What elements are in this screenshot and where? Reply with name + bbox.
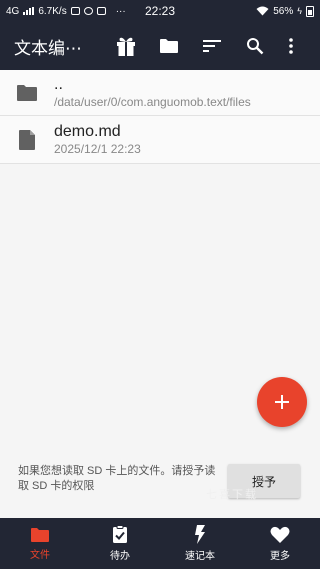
notification-icon bbox=[83, 7, 93, 15]
list-item-parent-folder[interactable]: .. /data/user/0/com.anguomob.text/files bbox=[0, 70, 320, 116]
list-item-demo-md[interactable]: demo.md 2025/12/1 22:23 bbox=[0, 116, 320, 164]
status-bar: 4G 6.7K/s ··· 22:23 56% ϟ bbox=[0, 0, 320, 22]
heart-icon bbox=[270, 526, 290, 543]
lightning-icon bbox=[195, 525, 205, 544]
nav-label: 文件 bbox=[30, 549, 50, 561]
file-list: .. /data/user/0/com.anguomob.text/files … bbox=[0, 70, 320, 164]
permission-banner: 如果您想读取 SD 卡上的文件。请授予读取 SD 卡的权限 授予 七喜下载 bbox=[0, 450, 320, 518]
bottom-navigation: 文件 待办 速记本 更多 bbox=[0, 518, 320, 569]
app-title: 文本编⋯ bbox=[14, 38, 82, 58]
nav-tab-more[interactable]: 更多 bbox=[240, 518, 320, 569]
battery-percent: 56% bbox=[273, 5, 294, 17]
search-icon bbox=[246, 38, 263, 55]
folder-icon bbox=[159, 39, 178, 53]
folder-icon bbox=[17, 84, 37, 101]
wifi-icon bbox=[256, 6, 269, 16]
mail-icon bbox=[70, 7, 80, 15]
nav-label: 待办 bbox=[110, 551, 130, 562]
add-file-button[interactable] bbox=[257, 377, 307, 427]
app-notification-icon bbox=[96, 7, 106, 15]
more-notifications: ··· bbox=[115, 5, 126, 17]
charging-icon: ϟ bbox=[297, 6, 302, 16]
network-label: 4G bbox=[6, 5, 20, 17]
search-button[interactable] bbox=[233, 22, 276, 70]
file-name: demo.md bbox=[54, 122, 121, 140]
file-path: /data/user/0/com.anguomob.text/files bbox=[54, 94, 251, 109]
nav-tab-todo[interactable]: 待办 bbox=[80, 518, 160, 569]
more-vert-icon bbox=[289, 38, 293, 54]
plus-icon bbox=[275, 395, 289, 409]
overflow-menu-button[interactable] bbox=[276, 22, 306, 70]
file-modified-date: 2025/12/1 22:23 bbox=[54, 141, 141, 156]
watermark: 七喜下载 bbox=[206, 488, 258, 501]
folder-icon bbox=[31, 527, 49, 542]
nav-tab-files[interactable]: 文件 bbox=[0, 518, 80, 569]
permission-message: 如果您想读取 SD 卡上的文件。请授予读取 SD 卡的权限 bbox=[18, 465, 216, 492]
network-speed: 6.7K/s bbox=[38, 5, 67, 17]
clipboard-check-icon bbox=[113, 525, 127, 543]
gift-button[interactable] bbox=[104, 22, 147, 70]
file-name: .. bbox=[54, 75, 63, 93]
signal-icon bbox=[23, 7, 35, 15]
nav-tab-quick-notes[interactable]: 速记本 bbox=[160, 518, 240, 569]
battery-icon bbox=[306, 5, 314, 17]
sort-button[interactable] bbox=[190, 22, 233, 70]
open-folder-button[interactable] bbox=[147, 22, 190, 70]
file-icon bbox=[19, 129, 35, 150]
nav-label: 速记本 bbox=[185, 551, 215, 562]
sort-icon bbox=[202, 40, 221, 52]
nav-label: 更多 bbox=[270, 550, 290, 562]
gift-icon bbox=[116, 37, 135, 56]
app-toolbar: 文本编⋯ bbox=[0, 22, 320, 70]
